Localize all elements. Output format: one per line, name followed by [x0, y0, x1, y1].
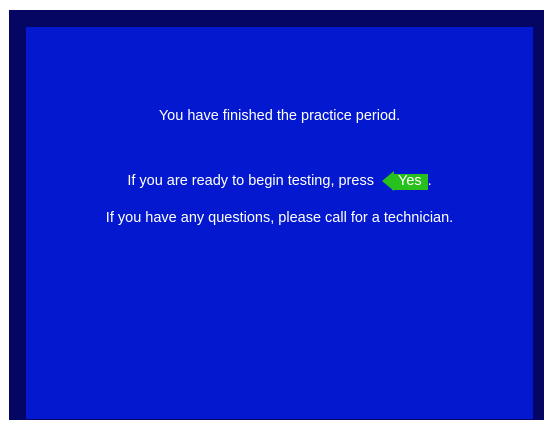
questions-message: If you have any questions, please call f… — [105, 210, 454, 226]
message-screen: You have finished the practice period. I… — [26, 27, 533, 419]
ready-message-prefix: If you are ready to begin testing, press — [127, 172, 378, 189]
yes-button-label: Yes — [397, 173, 422, 189]
display-frame: You have finished the practice period. I… — [9, 10, 544, 420]
finished-message: You have finished the practice period. — [158, 108, 401, 124]
ready-message-suffix: . — [427, 173, 432, 189]
yes-button[interactable]: Yes — [381, 171, 428, 191]
ready-message: If you are ready to begin testing, press… — [26, 171, 533, 191]
